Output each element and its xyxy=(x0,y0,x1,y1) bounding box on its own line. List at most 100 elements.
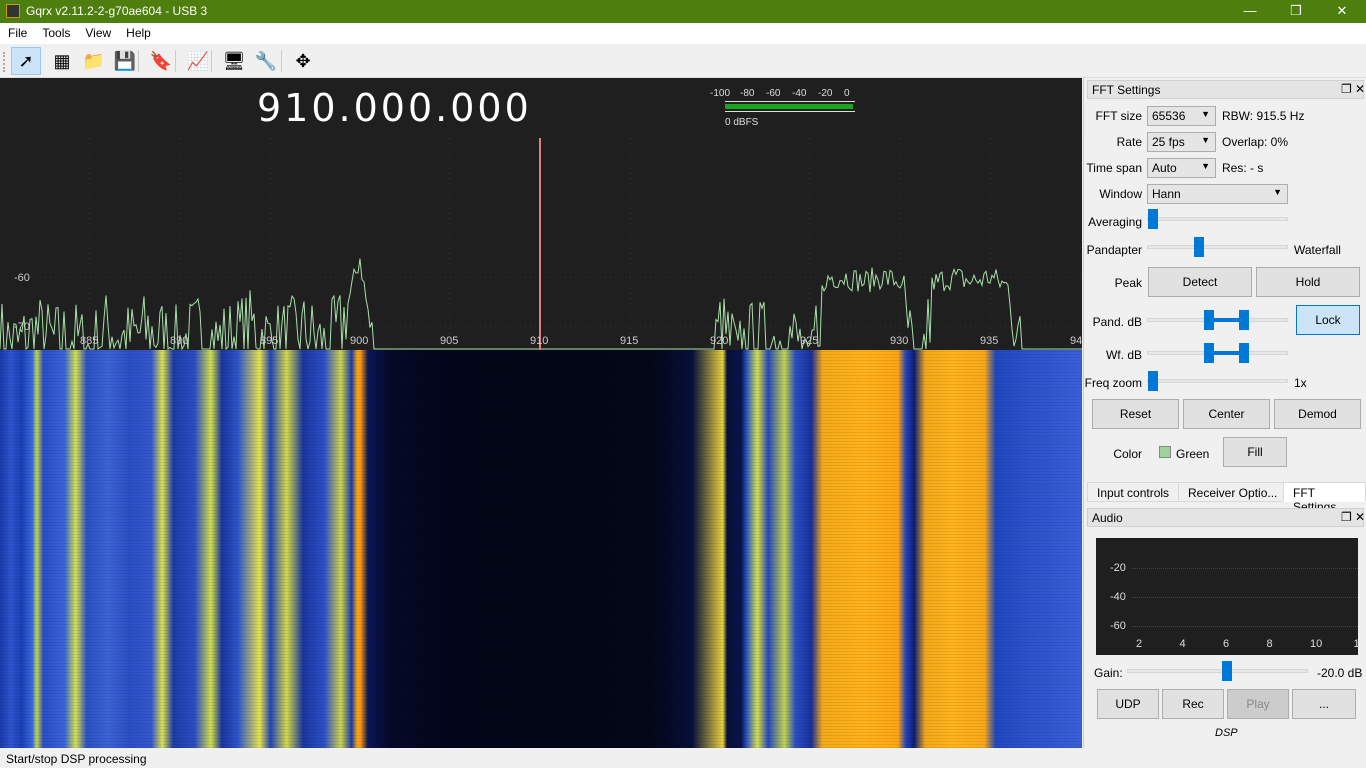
window-select[interactable]: Hann ▼ xyxy=(1147,184,1288,204)
freq-zoom-slider[interactable] xyxy=(1147,371,1288,391)
color-swatch[interactable] xyxy=(1159,446,1171,458)
plotter[interactable]: -60-70-808858908959009059109159209259309… xyxy=(0,78,1082,748)
udp-button[interactable]: UDP xyxy=(1097,689,1159,719)
averaging-slider[interactable] xyxy=(1147,209,1288,229)
tools-icon: 🔧 xyxy=(254,50,278,71)
bookmarks-button[interactable]: 🔖 xyxy=(146,47,176,75)
close-button[interactable]: ✕ xyxy=(1319,0,1365,23)
freq-zoom-value: 1x xyxy=(1294,376,1307,390)
audio-fft-plot: -20 -40 -60 2 4 6 8 10 1 xyxy=(1096,538,1360,655)
wf-db-range-slider[interactable] xyxy=(1147,343,1288,363)
minimize-button[interactable]: — xyxy=(1227,0,1273,23)
x-tick-label: 895 xyxy=(260,335,278,347)
x-tick-label: 905 xyxy=(440,335,458,347)
lock-button[interactable]: Lock xyxy=(1296,305,1360,335)
peak-hold-button[interactable]: Hold xyxy=(1256,267,1360,297)
wf-db-label: Wf. dB xyxy=(1105,348,1142,362)
center-button[interactable]: Center xyxy=(1183,399,1270,429)
gain-slider[interactable] xyxy=(1127,661,1308,681)
audio-x-tick: 1 xyxy=(1353,638,1360,650)
app-icon xyxy=(6,4,20,18)
dsp-view-button[interactable]: 📈 xyxy=(183,47,213,75)
color-name[interactable]: Green xyxy=(1176,447,1209,461)
x-tick-label: 890 xyxy=(170,335,188,347)
overlap-label: Overlap: 0% xyxy=(1222,135,1289,149)
slider-handle[interactable] xyxy=(1222,661,1233,681)
demod-button[interactable]: Demod xyxy=(1274,399,1361,429)
fill-button[interactable]: Fill xyxy=(1223,437,1287,467)
slider-handle-low[interactable] xyxy=(1204,310,1214,330)
tab-fft-settings[interactable]: FFT Settings xyxy=(1283,482,1366,514)
title-bar: Gqrx v2.11.2-2-g70ae604 - USB 3 — ❐ ✕ xyxy=(0,0,1366,23)
rate-value: 25 fps xyxy=(1152,135,1185,149)
waterfall[interactable] xyxy=(0,350,1082,748)
x-tick-label: 915 xyxy=(620,335,638,347)
frequency-display[interactable]: 910.000.000 xyxy=(257,86,532,130)
x-tick-label: 935 xyxy=(980,335,998,347)
tab-input-controls[interactable]: Input controls xyxy=(1087,482,1180,502)
reset-button[interactable]: Reset xyxy=(1092,399,1179,429)
split-slider[interactable] xyxy=(1147,237,1288,257)
close-icon[interactable]: ✕ xyxy=(1355,510,1365,524)
close-icon[interactable]: ✕ xyxy=(1355,82,1365,96)
rate-select[interactable]: 25 fps ▼ xyxy=(1147,132,1216,152)
fft-settings-header: FFT Settings ❐ ✕ xyxy=(1087,80,1365,99)
bookmark-icon: 🔖 xyxy=(149,50,173,71)
rate-label: Rate xyxy=(1116,135,1142,149)
io-devices-button[interactable]: ▦ xyxy=(47,47,77,75)
audio-y-tick: -20 xyxy=(1110,562,1126,574)
window-title: Gqrx v2.11.2-2-g70ae604 - USB 3 xyxy=(26,4,208,18)
tab-receiver-options[interactable]: Receiver Optio... xyxy=(1178,482,1288,502)
x-tick-label: 885 xyxy=(80,335,98,347)
slider-handle[interactable] xyxy=(1148,209,1158,229)
spectrum-plot[interactable]: -60-70-808858908959009059109159209259309… xyxy=(0,78,1082,350)
fft-size-select[interactable]: 65536 ▼ xyxy=(1147,106,1216,126)
reset-view-button[interactable]: ✥ xyxy=(288,47,318,75)
menu-file[interactable]: File xyxy=(0,23,34,40)
network-icon: 🖥 xyxy=(222,50,246,71)
slider-handle[interactable] xyxy=(1148,371,1158,391)
configure-remote-button[interactable]: 🔧 xyxy=(251,47,281,75)
audio-options-button[interactable]: ... xyxy=(1292,689,1356,719)
float-icon[interactable]: ❐ xyxy=(1341,82,1352,96)
open-settings-button[interactable]: 📁 xyxy=(79,47,109,75)
slider-handle-high[interactable] xyxy=(1239,310,1249,330)
waveform-icon: 📈 xyxy=(186,50,210,71)
maximize-button[interactable]: ❐ xyxy=(1273,0,1319,23)
menu-view[interactable]: View xyxy=(77,23,118,40)
slider-handle-high[interactable] xyxy=(1239,343,1249,363)
save-settings-button[interactable]: 💾 xyxy=(110,47,140,75)
move-icon: ✥ xyxy=(295,50,311,71)
menu-tools[interactable]: Tools xyxy=(34,23,77,40)
meter-tick-label: -20 xyxy=(818,88,833,99)
window-value: Hann xyxy=(1152,187,1181,201)
color-label: Color xyxy=(1113,447,1142,461)
hardware-icon: ▦ xyxy=(53,50,71,71)
slider-handle-low[interactable] xyxy=(1204,343,1214,363)
meter-tick-label: -100 xyxy=(710,88,731,99)
peak-detect-button[interactable]: Detect xyxy=(1148,267,1252,297)
save-icon: 💾 xyxy=(113,50,137,71)
fft-size-value: 65536 xyxy=(1152,109,1186,123)
pand-db-range-slider[interactable] xyxy=(1147,310,1288,330)
play-button[interactable]: Play xyxy=(1227,689,1289,719)
toolbar: ➚ ▦ 📁 💾 🔖 📈 🖥 🔧 ✥ xyxy=(0,44,1366,78)
x-tick-label: 925 xyxy=(800,335,818,347)
start-dsp-button[interactable]: ➚ xyxy=(11,47,41,75)
slider-handle[interactable] xyxy=(1193,237,1204,257)
time-span-select[interactable]: Auto ▼ xyxy=(1147,158,1216,178)
remote-control-button[interactable]: 🖥 xyxy=(219,47,249,75)
float-icon[interactable]: ❐ xyxy=(1341,510,1352,524)
rbw-label: RBW: 915.5 Hz xyxy=(1222,109,1305,123)
rec-button[interactable]: Rec xyxy=(1162,689,1224,719)
gain-value: -20.0 dB xyxy=(1317,666,1363,680)
pointer-icon: ➚ xyxy=(18,50,34,71)
fft-size-label: FFT size xyxy=(1095,109,1142,123)
x-tick-label: 930 xyxy=(890,335,908,347)
meter-tick-label: -80 xyxy=(740,88,755,99)
menu-help[interactable]: Help xyxy=(118,23,158,40)
x-tick-label: 910 xyxy=(530,335,548,347)
audio-title: Audio xyxy=(1092,511,1123,525)
x-tick-label: 94 xyxy=(1070,335,1082,347)
audio-x-tick: 8 xyxy=(1266,638,1273,650)
